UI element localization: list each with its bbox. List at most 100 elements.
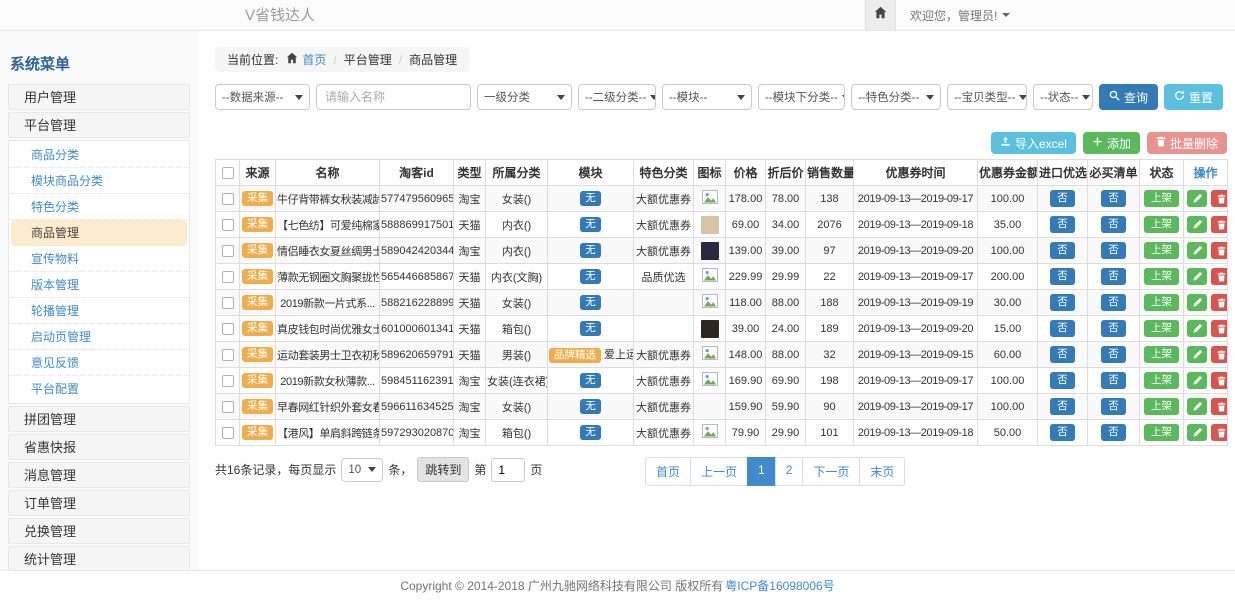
delete-button[interactable]: [1211, 320, 1228, 337]
edit-button[interactable]: [1187, 190, 1207, 207]
page-button-末页[interactable]: 末页: [859, 457, 905, 486]
sidebar-subitem-商品管理[interactable]: 商品管理: [11, 220, 187, 246]
delete-button[interactable]: [1211, 242, 1228, 259]
edit-button[interactable]: [1187, 294, 1207, 311]
status-badge[interactable]: 上架: [1144, 398, 1179, 416]
page-button-2[interactable]: 2: [775, 457, 804, 486]
must-buy-toggle[interactable]: 否: [1101, 346, 1126, 364]
delete-button[interactable]: [1211, 268, 1228, 285]
row-checkbox[interactable]: [222, 193, 234, 205]
sidebar-subitem-宣传物料[interactable]: 宣传物料: [9, 246, 189, 272]
edit-button[interactable]: [1187, 398, 1207, 415]
status-badge[interactable]: 上架: [1144, 372, 1179, 390]
status-badge[interactable]: 上架: [1144, 424, 1179, 442]
page-button-首页[interactable]: 首页: [645, 457, 691, 486]
sidebar-subitem-模块商品分类[interactable]: 模块商品分类: [9, 168, 189, 194]
sidebar-subitem-平台配置[interactable]: 平台配置: [9, 376, 189, 402]
must-buy-toggle[interactable]: 否: [1101, 372, 1126, 390]
edit-button[interactable]: [1187, 346, 1207, 363]
sidebar-subitem-特色分类[interactable]: 特色分类: [9, 194, 189, 220]
sidebar-item-订单管理[interactable]: 订单管理: [8, 490, 190, 516]
page-button-上一页[interactable]: 上一页: [690, 457, 748, 486]
delete-button[interactable]: [1211, 398, 1228, 415]
sidebar-subitem-启动页管理[interactable]: 启动页管理: [9, 324, 189, 350]
import-select-toggle[interactable]: 否: [1050, 294, 1075, 312]
filter-select-2[interactable]: 一级分类: [477, 84, 572, 110]
delete-button[interactable]: [1211, 372, 1228, 389]
import-select-toggle[interactable]: 否: [1050, 398, 1075, 416]
edit-button[interactable]: [1187, 242, 1207, 259]
sidebar-subitem-意见反馈[interactable]: 意见反馈: [9, 350, 189, 376]
sidebar-subitem-商品分类[interactable]: 商品分类: [9, 142, 189, 168]
sidebar-subitem-轮播管理[interactable]: 轮播管理: [9, 298, 189, 324]
import-select-toggle[interactable]: 否: [1050, 320, 1075, 338]
edit-button[interactable]: [1187, 268, 1207, 285]
import-select-toggle[interactable]: 否: [1050, 268, 1075, 286]
status-badge[interactable]: 上架: [1144, 268, 1179, 286]
must-buy-toggle[interactable]: 否: [1101, 398, 1126, 416]
delete-button[interactable]: [1211, 216, 1228, 233]
filter-select-7[interactable]: --宝贝类型--: [947, 84, 1027, 110]
page-number-input[interactable]: [491, 458, 525, 482]
row-checkbox[interactable]: [222, 375, 234, 387]
name-filter-input[interactable]: [316, 84, 471, 110]
page-button-下一页[interactable]: 下一页: [802, 457, 860, 486]
edit-button[interactable]: [1187, 424, 1207, 441]
row-checkbox[interactable]: [222, 349, 234, 361]
status-badge[interactable]: 上架: [1144, 216, 1179, 234]
status-badge[interactable]: 上架: [1144, 294, 1179, 312]
reset-button[interactable]: 重置: [1164, 84, 1223, 110]
import-select-toggle[interactable]: 否: [1050, 216, 1075, 234]
must-buy-toggle[interactable]: 否: [1101, 242, 1126, 260]
edit-button[interactable]: [1187, 320, 1207, 337]
delete-button[interactable]: [1211, 424, 1228, 441]
status-badge[interactable]: 上架: [1144, 190, 1179, 208]
must-buy-toggle[interactable]: 否: [1101, 216, 1126, 234]
status-badge[interactable]: 上架: [1144, 346, 1179, 364]
filter-select-8[interactable]: --状态--: [1033, 84, 1093, 110]
sidebar-item-用户管理[interactable]: 用户管理: [8, 84, 190, 110]
import-excel-button[interactable]: 导入excel: [991, 132, 1076, 154]
sidebar-item-省惠快报[interactable]: 省惠快报: [8, 434, 190, 460]
sidebar-item-兑换管理[interactable]: 兑换管理: [8, 518, 190, 544]
delete-button[interactable]: [1211, 346, 1228, 363]
page-button-1[interactable]: 1: [747, 457, 776, 486]
must-buy-toggle[interactable]: 否: [1101, 424, 1126, 442]
row-checkbox[interactable]: [222, 297, 234, 309]
filter-select-0[interactable]: --数据来源--: [215, 84, 310, 110]
must-buy-toggle[interactable]: 否: [1101, 190, 1126, 208]
jump-button[interactable]: 跳转到: [417, 457, 469, 482]
import-select-toggle[interactable]: 否: [1050, 372, 1075, 390]
must-buy-toggle[interactable]: 否: [1101, 294, 1126, 312]
add-button[interactable]: 添加: [1083, 132, 1140, 154]
row-checkbox[interactable]: [222, 245, 234, 257]
edit-button[interactable]: [1187, 216, 1207, 233]
home-button[interactable]: [865, 0, 896, 30]
batch-delete-button[interactable]: 批量删除: [1147, 132, 1227, 154]
delete-button[interactable]: [1211, 294, 1228, 311]
must-buy-toggle[interactable]: 否: [1101, 320, 1126, 338]
icp-link[interactable]: 粤ICP备16098006号: [725, 577, 834, 594]
row-checkbox[interactable]: [222, 427, 234, 439]
sidebar-item-消息管理[interactable]: 消息管理: [8, 462, 190, 488]
row-checkbox[interactable]: [222, 323, 234, 335]
user-menu[interactable]: 欢迎您，管理员!: [910, 7, 1010, 24]
row-checkbox[interactable]: [222, 401, 234, 413]
breadcrumb-home-link[interactable]: 首页: [302, 51, 326, 68]
row-checkbox[interactable]: [222, 219, 234, 231]
import-select-toggle[interactable]: 否: [1050, 346, 1075, 364]
filter-select-3[interactable]: --二级分类--: [578, 84, 656, 110]
filter-select-5[interactable]: --模块下分类--: [758, 84, 845, 110]
sidebar-item-平台管理[interactable]: 平台管理: [8, 112, 190, 138]
import-select-toggle[interactable]: 否: [1050, 242, 1075, 260]
filter-select-6[interactable]: --特色分类--: [851, 84, 941, 110]
status-badge[interactable]: 上架: [1144, 242, 1179, 260]
must-buy-toggle[interactable]: 否: [1101, 268, 1126, 286]
sidebar-subitem-版本管理[interactable]: 版本管理: [9, 272, 189, 298]
per-page-select[interactable]: 10: [341, 458, 383, 482]
status-badge[interactable]: 上架: [1144, 320, 1179, 338]
filter-select-4[interactable]: --模块--: [662, 84, 752, 110]
edit-button[interactable]: [1187, 372, 1207, 389]
import-select-toggle[interactable]: 否: [1050, 424, 1075, 442]
import-select-toggle[interactable]: 否: [1050, 190, 1075, 208]
